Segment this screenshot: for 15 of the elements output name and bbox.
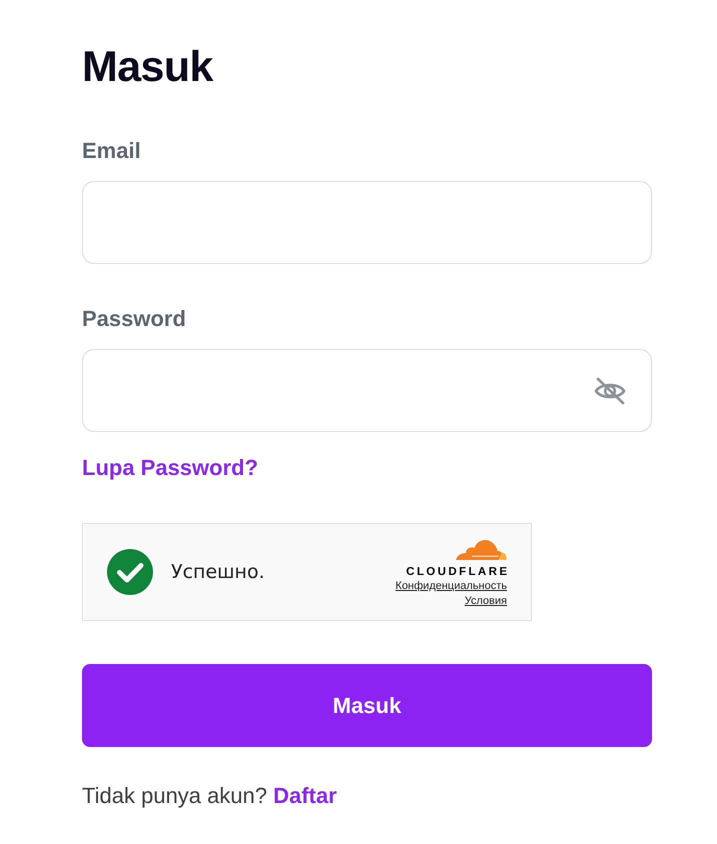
- captcha-link[interactable]: Условия: [464, 594, 507, 608]
- page-title: Masuk: [82, 42, 213, 92]
- email-field[interactable]: [82, 181, 652, 264]
- submit-button[interactable]: Masuk: [82, 664, 652, 747]
- brand-text: CLOUDFLARE: [406, 564, 510, 578]
- signup-link[interactable]: Daftar: [273, 783, 337, 808]
- signup-prompt: Tidak punya akun? Daftar: [82, 782, 337, 810]
- eye-off-icon[interactable]: [593, 376, 627, 406]
- cloud-icon: [455, 538, 507, 562]
- forgot-password-link[interactable]: Lupa Password?: [82, 454, 258, 482]
- captcha-status: Успешно.: [171, 561, 265, 583]
- captcha-link[interactable]: Конфиденциальность: [395, 578, 507, 594]
- field-label: Password: [82, 305, 186, 333]
- field-label: Email: [82, 137, 141, 165]
- password-field[interactable]: [82, 349, 652, 432]
